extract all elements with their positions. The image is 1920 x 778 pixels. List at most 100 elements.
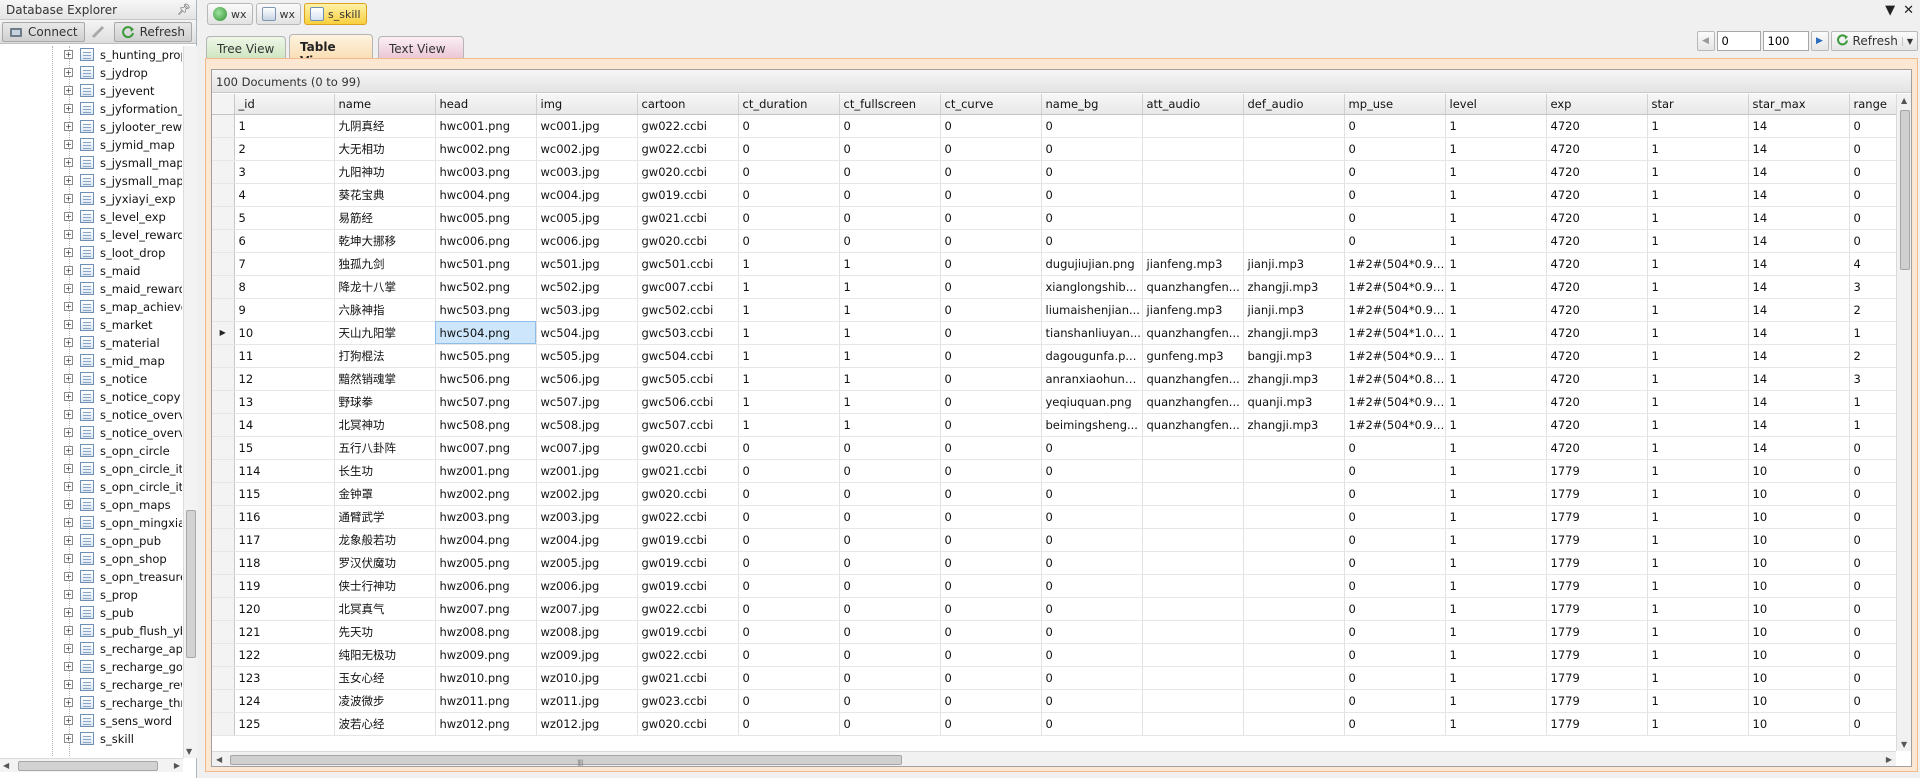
expand-icon[interactable]: + xyxy=(64,608,73,617)
table-cell[interactable]: 0 xyxy=(1344,137,1446,161)
table-cell[interactable]: 0 xyxy=(1849,114,1896,138)
tree-vertical-scrollbar[interactable]: ▼ xyxy=(183,46,197,758)
table-cell[interactable]: 0 xyxy=(839,643,941,667)
table-cell[interactable]: 0 xyxy=(738,643,840,667)
table-cell[interactable]: 1 xyxy=(1445,643,1547,667)
table-cell[interactable]: 1 xyxy=(738,367,840,391)
table-row[interactable]: ▶ 10 天山九阳掌 hwc504.png wc504.jpg gwc503.ccbi 1 1… xyxy=(212,321,1896,345)
expand-icon[interactable]: + xyxy=(64,140,73,149)
expand-icon[interactable]: + xyxy=(64,482,73,491)
table-cell[interactable]: 0 xyxy=(940,505,1042,529)
table-cell[interactable]: 1#2#(504*0.98... xyxy=(1344,298,1446,322)
table-cell[interactable]: wc501.jpg xyxy=(536,252,638,276)
table-cell[interactable]: 天山九阳掌 xyxy=(334,321,436,345)
table-cell[interactable]: quanzhangfen... xyxy=(1142,390,1244,414)
table-cell[interactable]: hwz004.png xyxy=(435,528,537,552)
table-cell[interactable]: 14 xyxy=(1748,321,1850,345)
table-cell[interactable]: 纯阳无极功 xyxy=(334,643,436,667)
table-cell[interactable]: 10 xyxy=(1748,689,1850,713)
table-cell[interactable]: 1 xyxy=(839,344,941,368)
table-cell[interactable]: 14 xyxy=(1748,160,1850,184)
table-cell[interactable]: gw022.ccbi xyxy=(637,643,739,667)
expand-icon[interactable]: + xyxy=(64,428,73,437)
table-cell[interactable]: 1779 xyxy=(1546,712,1648,736)
table-cell[interactable]: 0 xyxy=(1344,620,1446,644)
table-cell[interactable] xyxy=(1142,137,1244,161)
table-cell[interactable]: hwc507.png xyxy=(435,390,537,414)
expand-icon[interactable]: + xyxy=(64,518,73,527)
table-cell[interactable]: 1#2#(504*0.94... xyxy=(1344,252,1446,276)
table-cell[interactable]: 1779 xyxy=(1546,459,1648,483)
table-cell[interactable]: 0 xyxy=(940,252,1042,276)
table-cell[interactable]: 1 xyxy=(738,390,840,414)
expand-icon[interactable]: + xyxy=(64,302,73,311)
table-cell[interactable]: wz006.jpg xyxy=(536,574,638,598)
table-cell[interactable]: 0 xyxy=(839,666,941,690)
tree-item[interactable]: + s_sens_word xyxy=(0,712,183,730)
table-cell[interactable]: hwc504.png xyxy=(435,321,537,345)
table-cell[interactable]: 1 xyxy=(1445,712,1547,736)
tree-item[interactable]: + s_jyxiayi_exp xyxy=(0,190,183,208)
expand-icon[interactable]: + xyxy=(64,590,73,599)
tree-item[interactable]: + s_loot_drop xyxy=(0,244,183,262)
table-cell[interactable]: wc508.jpg xyxy=(536,413,638,437)
expand-icon[interactable]: + xyxy=(64,284,73,293)
table-cell[interactable]: gwc505.ccbi xyxy=(637,367,739,391)
tree-item[interactable]: + s_mid_map xyxy=(0,352,183,370)
table-cell[interactable]: 0 xyxy=(1344,229,1446,253)
table-row[interactable]: 14 北冥神功 hwc508.png wc508.jpg gwc507.ccbi 1 1 0 b… xyxy=(212,413,1896,437)
table-cell[interactable]: wc503.jpg xyxy=(536,298,638,322)
table-cell[interactable]: 14 xyxy=(1748,275,1850,299)
table-cell[interactable] xyxy=(1243,528,1345,552)
table-cell[interactable]: 0 xyxy=(940,275,1042,299)
row-header[interactable] xyxy=(212,413,235,437)
table-cell[interactable]: gw022.ccbi xyxy=(637,137,739,161)
grid-vscroll-thumb[interactable] xyxy=(1900,110,1910,270)
table-row[interactable]: 9 六脉神指 hwc503.png wc503.jpg gwc502.ccbi 1 1 0 li… xyxy=(212,298,1896,322)
tree-item[interactable]: + s_jydrop xyxy=(0,64,183,82)
tree-horizontal-scrollbar[interactable]: ◀ ▶ xyxy=(0,758,183,772)
table-cell[interactable]: 0 xyxy=(1849,459,1896,483)
table-cell[interactable] xyxy=(1243,459,1345,483)
table-cell[interactable]: gwc506.ccbi xyxy=(637,390,739,414)
tree-item[interactable]: + s_opn_mingxia xyxy=(0,514,183,532)
table-cell[interactable]: 0 xyxy=(940,344,1042,368)
table-cell[interactable]: 1 xyxy=(839,252,941,276)
table-cell[interactable]: gw020.ccbi xyxy=(637,482,739,506)
expand-icon[interactable]: + xyxy=(64,554,73,563)
table-cell[interactable]: hwz006.png xyxy=(435,574,537,598)
table-cell[interactable]: 黯然销魂掌 xyxy=(334,367,436,391)
table-cell[interactable]: 2 xyxy=(1849,344,1896,368)
table-row[interactable]: 8 降龙十八掌 hwc502.png wc502.jpg gwc007.ccbi 1 1 0 x… xyxy=(212,275,1896,299)
table-cell[interactable]: 0 xyxy=(839,689,941,713)
table-cell[interactable]: 1 xyxy=(1647,390,1749,414)
table-cell[interactable]: 14 xyxy=(1748,252,1850,276)
table-cell[interactable]: 1 xyxy=(1647,551,1749,575)
row-header[interactable] xyxy=(212,574,235,598)
table-cell[interactable]: 0 xyxy=(1041,528,1143,552)
table-cell[interactable] xyxy=(1142,666,1244,690)
table-cell[interactable]: 4720 xyxy=(1546,137,1648,161)
table-cell[interactable]: 0 xyxy=(1041,137,1143,161)
table-cell[interactable]: 0 xyxy=(1041,620,1143,644)
connect-button[interactable]: Connect xyxy=(2,21,85,42)
table-cell[interactable]: 1#2#(504*0.88... xyxy=(1344,367,1446,391)
expand-icon[interactable]: + xyxy=(64,392,73,401)
row-header[interactable] xyxy=(212,620,235,644)
table-cell[interactable] xyxy=(1142,551,1244,575)
table-cell[interactable]: 14 xyxy=(1748,390,1850,414)
table-cell[interactable]: 0 xyxy=(940,137,1042,161)
table-cell[interactable]: 0 xyxy=(738,160,840,184)
table-cell[interactable]: 0 xyxy=(1344,666,1446,690)
table-cell[interactable]: 0 xyxy=(1041,551,1143,575)
table-cell[interactable]: 0 xyxy=(1849,528,1896,552)
expand-icon[interactable]: + xyxy=(64,68,73,77)
table-cell[interactable]: 10 xyxy=(1748,505,1850,529)
table-cell[interactable]: wc004.jpg xyxy=(536,183,638,207)
table-cell[interactable]: wc507.jpg xyxy=(536,390,638,414)
table-cell[interactable]: 1 xyxy=(839,321,941,345)
close-icon[interactable]: ✕ xyxy=(1903,3,1914,18)
column-header[interactable]: head xyxy=(435,94,537,115)
table-cell[interactable]: quanzhangfen... xyxy=(1142,367,1244,391)
table-cell[interactable]: 124 xyxy=(234,689,335,713)
